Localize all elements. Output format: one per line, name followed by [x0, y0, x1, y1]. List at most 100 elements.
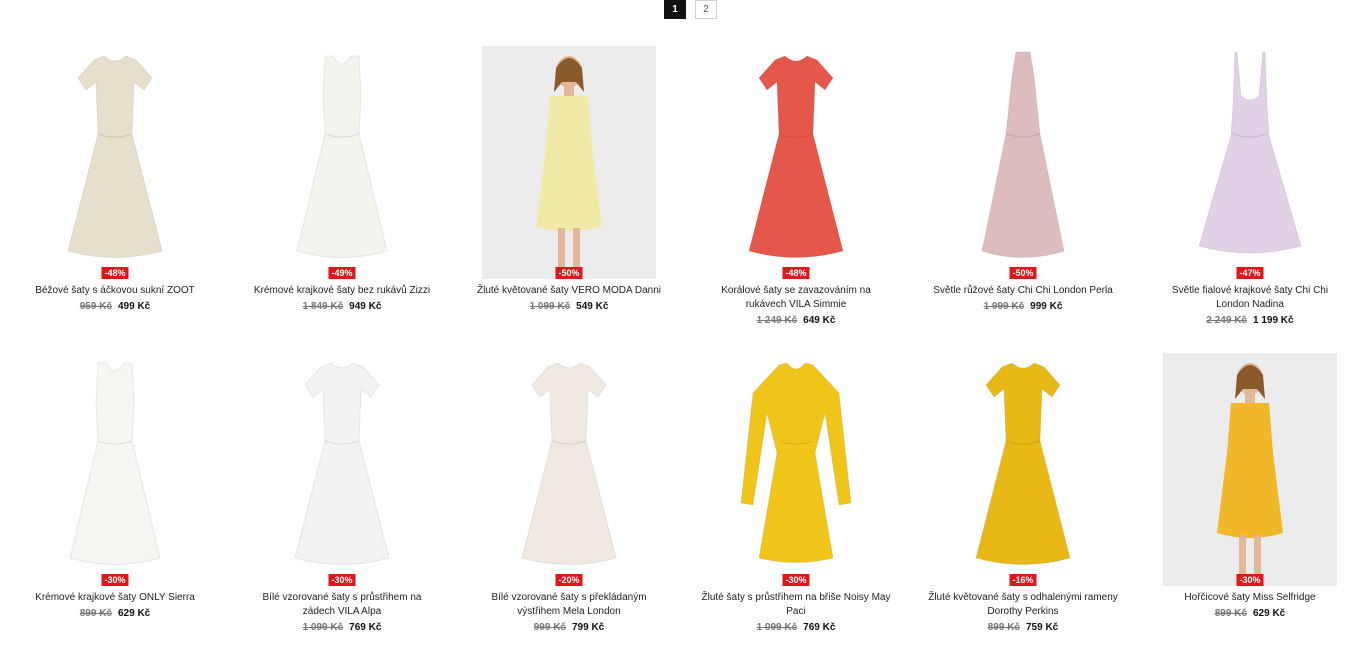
discount-badge: -47% — [1236, 267, 1264, 279]
product-image[interactable]: -48% — [709, 46, 883, 279]
product-info: Světle fialové krajkové šaty Chi Chi Lon… — [1155, 284, 1345, 327]
discount-badge: -49% — [328, 267, 356, 279]
product-card[interactable]: -20% Bílé vzorované šaty s překládaným vý… — [454, 353, 681, 660]
product-info: Žluté květované šaty s odhalenými rameny… — [928, 591, 1118, 634]
price-row: 1 249 Kč 649 Kč — [701, 315, 891, 327]
discount-badge: -30% — [101, 574, 129, 586]
product-image[interactable]: -30% — [709, 353, 883, 586]
sale-price: 769 Kč — [349, 622, 382, 633]
price-row: 1 849 Kč 949 Kč — [247, 301, 437, 313]
product-name[interactable]: Žluté květované šaty VERO MODA Danni — [474, 284, 664, 298]
price-row: 959 Kč 499 Kč — [20, 301, 210, 313]
product-image[interactable]: -50% — [482, 46, 656, 279]
discount-badge: -30% — [328, 574, 356, 586]
product-card[interactable]: -48% Béžové šaty s áčkovou sukní ZOOT 959 … — [0, 46, 227, 353]
original-price: 1 999 Kč — [983, 301, 1025, 312]
sale-price: 1 199 Kč — [1253, 315, 1294, 326]
product-name[interactable]: Světle růžové šaty Chi Chi London Perla — [928, 284, 1118, 298]
sale-price: 759 Kč — [1026, 622, 1059, 633]
original-price: 2 249 Kč — [1206, 315, 1247, 326]
price-row: 1 099 Kč 769 Kč — [247, 622, 437, 634]
original-price: 1 099 Kč — [302, 622, 344, 633]
price-row: 2 249 Kč 1 199 Kč — [1155, 315, 1345, 327]
product-info: Žluté šaty s průstřihem na břiše Noisy M… — [701, 591, 891, 634]
product-card[interactable]: -49% Krémové krajkové šaty bez rukávů Ziz… — [227, 46, 454, 353]
product-name[interactable]: Krémové krajkové šaty bez rukávů Zizzi — [247, 284, 437, 298]
product-info: Béžové šaty s áčkovou sukní ZOOT 959 Kč 49… — [20, 284, 210, 313]
product-info: Korálové šaty se zavazováním na rukávech… — [701, 284, 891, 327]
discount-badge: -20% — [555, 574, 583, 586]
discount-badge: -50% — [1009, 267, 1037, 279]
product-info: Krémové krajkové šaty ONLY Sierra 899 Kč 6… — [20, 591, 210, 620]
product-name[interactable]: Bílé vzorované šaty s průstřihem na záde… — [247, 591, 437, 619]
product-info: Bílé vzorované šaty s průstřihem na záde… — [247, 591, 437, 634]
product-image[interactable]: -16% — [936, 353, 1110, 586]
sale-price: 769 Kč — [803, 622, 836, 633]
product-image[interactable]: -47% — [1163, 46, 1337, 279]
price-row: 899 Kč 629 Kč — [1155, 608, 1345, 620]
product-info: Krémové krajkové šaty bez rukávů Zizzi 1 … — [247, 284, 437, 313]
product-image[interactable]: -30% — [28, 353, 202, 586]
product-name[interactable]: Hořčicové šaty Miss Selfridge — [1155, 591, 1345, 605]
product-card[interactable]: -50% Žluté květované šaty VERO MODA Danni… — [454, 46, 681, 353]
product-image[interactable]: -20% — [482, 353, 656, 586]
product-image[interactable]: -30% — [255, 353, 429, 586]
original-price: 1 099 Kč — [529, 301, 571, 312]
product-image[interactable]: -48% — [28, 46, 202, 279]
product-info: Žluté květované šaty VERO MODA Danni 1 09… — [474, 284, 664, 313]
product-card[interactable]: -47% Světle fialové krajkové šaty Chi Chi… — [1135, 46, 1362, 353]
product-image[interactable]: -30% — [1163, 353, 1337, 586]
discount-badge: -30% — [782, 574, 810, 586]
price-row: 999 Kč 799 Kč — [474, 622, 664, 634]
original-price: 899 Kč — [987, 622, 1020, 633]
product-card[interactable]: -30% Žluté šaty s průstřihem na břiše Noi… — [681, 353, 908, 660]
pagination: 1 2 — [664, 0, 717, 19]
page-2-button[interactable]: 2 — [695, 0, 717, 19]
product-card[interactable]: -30% Krémové krajkové šaty ONLY Sierra 899… — [0, 353, 227, 660]
original-price: 999 Kč — [533, 622, 566, 633]
price-row: 1 099 Kč 769 Kč — [701, 622, 891, 634]
product-name[interactable]: Žluté květované šaty s odhalenými rameny… — [928, 591, 1118, 619]
product-name[interactable]: Béžové šaty s áčkovou sukní ZOOT — [20, 284, 210, 298]
sale-price: 949 Kč — [349, 301, 382, 312]
discount-badge: -30% — [1236, 574, 1264, 586]
product-name[interactable]: Bílé vzorované šaty s překládaným výstři… — [474, 591, 664, 619]
product-card[interactable]: -30% Bílé vzorované šaty s průstřihem na … — [227, 353, 454, 660]
price-row: 1 099 Kč 549 Kč — [474, 301, 664, 313]
price-row: 1 999 Kč 999 Kč — [928, 301, 1118, 313]
discount-badge: -48% — [101, 267, 129, 279]
discount-badge: -16% — [1009, 574, 1037, 586]
discount-badge: -50% — [555, 267, 583, 279]
price-row: 899 Kč 759 Kč — [928, 622, 1118, 634]
product-image[interactable]: -49% — [255, 46, 429, 279]
product-info: Světle růžové šaty Chi Chi London Perla 1… — [928, 284, 1118, 313]
product-card[interactable]: -50% Světle růžové šaty Chi Chi London Pe… — [908, 46, 1135, 353]
original-price: 899 Kč — [1214, 608, 1247, 619]
page-1-button[interactable]: 1 — [664, 0, 686, 19]
sale-price: 799 Kč — [572, 622, 605, 633]
sale-price: 629 Kč — [1253, 608, 1286, 619]
product-card[interactable]: -30% Hořčicové šaty Miss Selfridge 899 Kč 6… — [1135, 353, 1362, 660]
original-price: 1 249 Kč — [756, 315, 798, 326]
price-row: 899 Kč 629 Kč — [20, 608, 210, 620]
sale-price: 649 Kč — [803, 315, 836, 326]
original-price: 899 Kč — [79, 608, 112, 619]
product-image[interactable]: -50% — [936, 46, 1110, 279]
product-card[interactable]: -16% Žluté květované šaty s odhalenými ra… — [908, 353, 1135, 660]
sale-price: 629 Kč — [118, 608, 151, 619]
product-info: Hořčicové šaty Miss Selfridge 899 Kč 629 K… — [1155, 591, 1345, 620]
original-price: 1 099 Kč — [756, 622, 798, 633]
product-name[interactable]: Krémové krajkové šaty ONLY Sierra — [20, 591, 210, 605]
product-grid: -48% Béžové šaty s áčkovou sukní ZOOT 959 … — [0, 46, 1363, 660]
original-price: 959 Kč — [79, 301, 112, 312]
product-info: Bílé vzorované šaty s překládaným výstři… — [474, 591, 664, 634]
product-name[interactable]: Korálové šaty se zavazováním na rukávech… — [701, 284, 891, 312]
product-card[interactable]: -48% Korálové šaty se zavazováním na ruká… — [681, 46, 908, 353]
product-name[interactable]: Světle fialové krajkové šaty Chi Chi Lon… — [1155, 284, 1345, 312]
sale-price: 549 Kč — [576, 301, 609, 312]
sale-price: 999 Kč — [1030, 301, 1063, 312]
sale-price: 499 Kč — [118, 301, 151, 312]
discount-badge: -48% — [782, 267, 810, 279]
product-name[interactable]: Žluté šaty s průstřihem na břiše Noisy M… — [701, 591, 891, 619]
original-price: 1 849 Kč — [302, 301, 344, 312]
